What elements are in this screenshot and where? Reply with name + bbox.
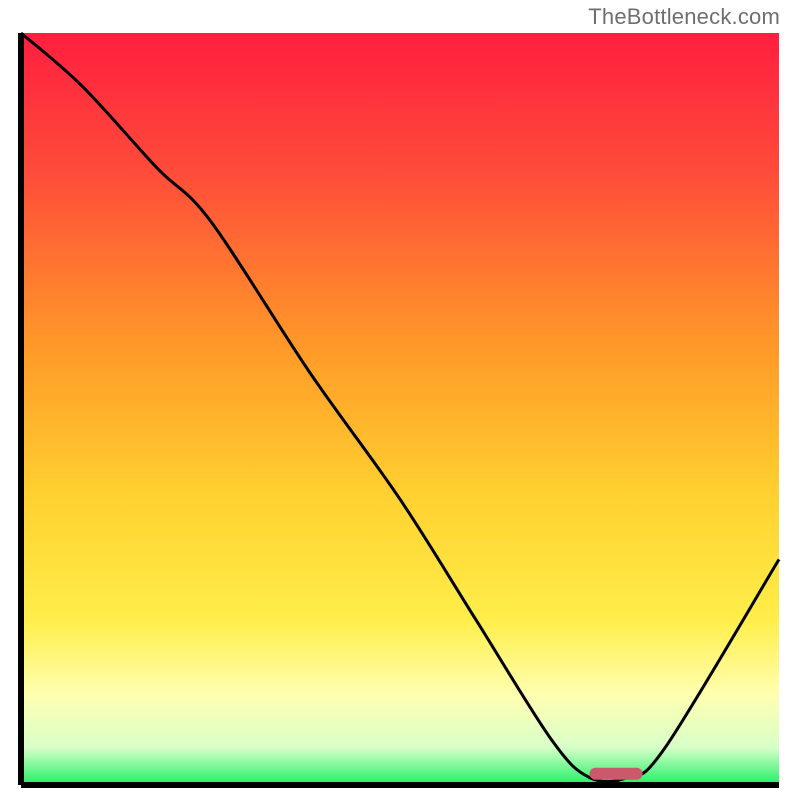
chart-svg bbox=[18, 30, 782, 788]
optimal-marker bbox=[590, 768, 643, 780]
chart-frame: TheBottleneck.com bbox=[0, 0, 800, 800]
watermark-text: TheBottleneck.com bbox=[588, 4, 780, 30]
heatmap-rect bbox=[21, 33, 779, 785]
bottleneck-plot bbox=[18, 30, 782, 788]
